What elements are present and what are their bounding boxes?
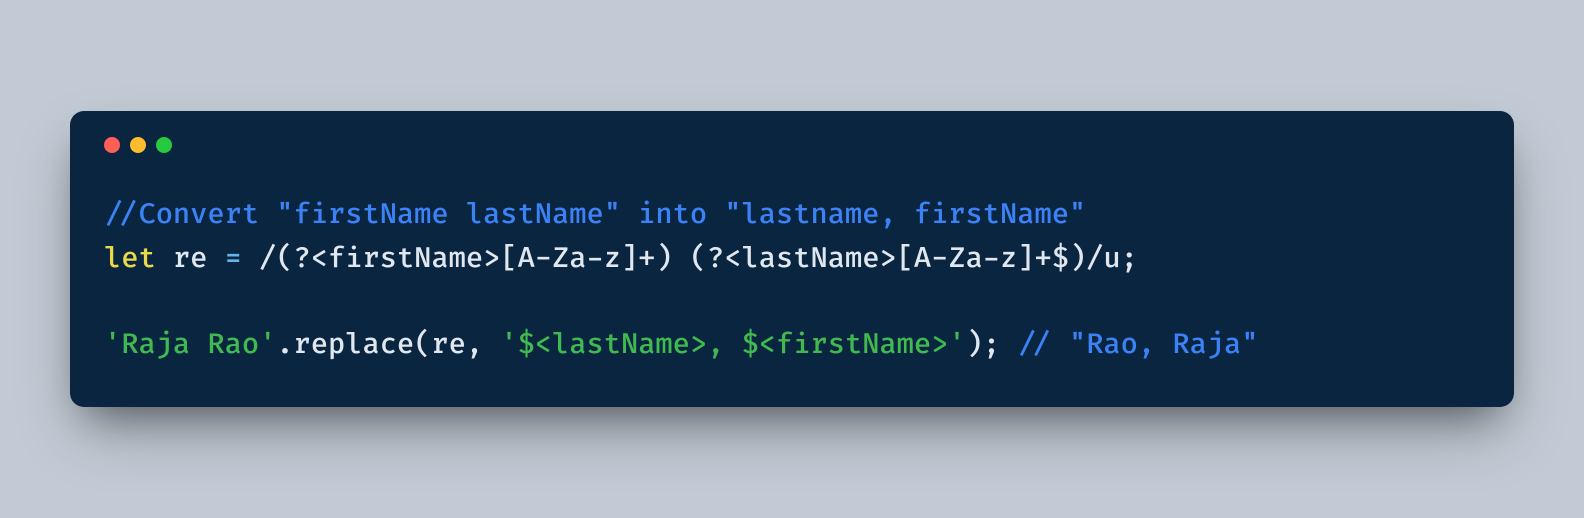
minimize-icon[interactable] — [130, 137, 146, 153]
code-comment: //Convert "firstName lastName" into "las… — [104, 197, 1086, 232]
code-regex: /(?<firstName>[A-Za-z]+) (?<lastName>[A-… — [259, 241, 1121, 276]
code-space — [207, 241, 224, 276]
code-semicolon: ; — [983, 327, 1000, 362]
code-argument-re: re — [431, 327, 465, 362]
code-space — [242, 241, 259, 276]
code-keyword-let: let — [104, 241, 156, 276]
code-window: //Convert "firstName lastName" into "las… — [70, 111, 1514, 407]
code-paren-close: ) — [966, 327, 983, 362]
code-string-literal: '$<lastName>, $<firstName>' — [500, 327, 965, 362]
code-paren-open: ( — [414, 327, 431, 362]
code-comma: , — [466, 327, 500, 362]
window-titlebar — [104, 137, 1480, 153]
code-comment-result: // "Rao, Raja" — [1017, 327, 1258, 362]
code-semicolon: ; — [1121, 241, 1138, 276]
code-method-replace: replace — [294, 327, 415, 362]
code-block: //Convert "firstName lastName" into "las… — [104, 193, 1480, 367]
close-icon[interactable] — [104, 137, 120, 153]
code-string-literal: 'Raja Rao' — [104, 327, 276, 362]
code-space — [156, 241, 173, 276]
code-space — [1000, 327, 1017, 362]
code-dot: . — [276, 327, 293, 362]
zoom-icon[interactable] — [156, 137, 172, 153]
code-identifier-re: re — [173, 241, 207, 276]
code-operator-equals: = — [225, 241, 242, 276]
